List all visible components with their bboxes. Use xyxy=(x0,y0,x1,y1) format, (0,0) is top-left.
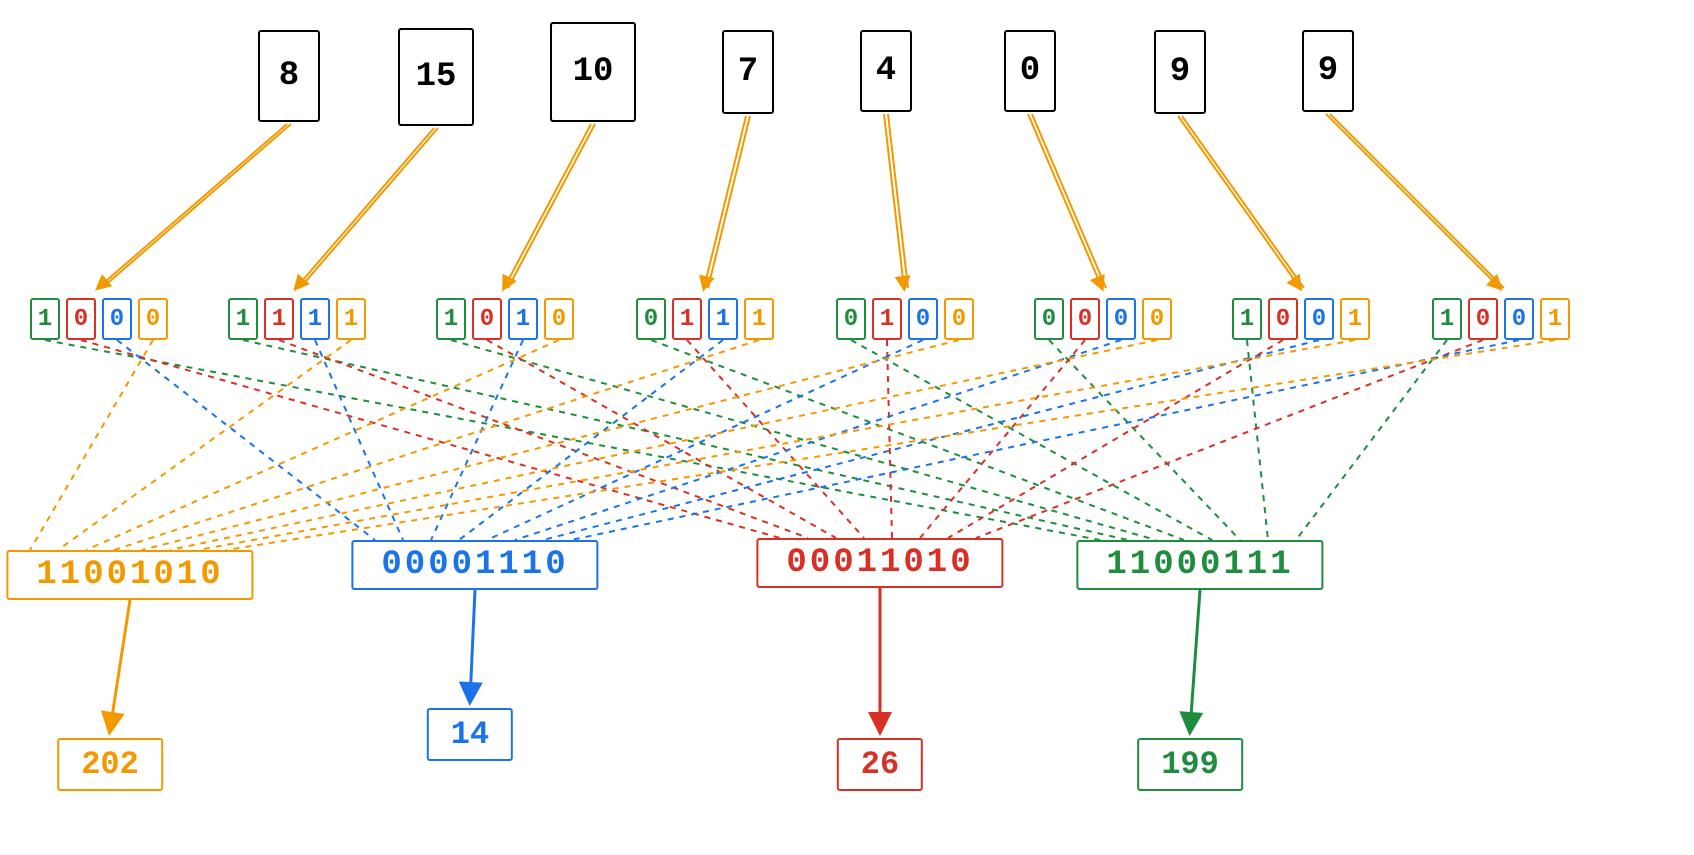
byte-box-red: 00011010 xyxy=(756,538,1003,588)
input-value: 4 xyxy=(876,52,896,90)
decimal-value: 14 xyxy=(451,716,489,753)
bit-value: 0 xyxy=(952,306,966,333)
bit-box-1-2: 1 xyxy=(300,298,330,340)
bit-value: 1 xyxy=(1440,306,1454,333)
bit-box-5-1: 0 xyxy=(1070,298,1100,340)
bit-box-0-2: 0 xyxy=(102,298,132,340)
bit-value: 0 xyxy=(1150,306,1164,333)
bit-value: 1 xyxy=(38,306,52,333)
bit-box-3-3: 1 xyxy=(744,298,774,340)
bit-box-4-2: 0 xyxy=(908,298,938,340)
bit-box-7-0: 1 xyxy=(1432,298,1462,340)
bit-value: 0 xyxy=(1042,306,1056,333)
bit-box-5-2: 0 xyxy=(1106,298,1136,340)
bit-box-7-3: 1 xyxy=(1540,298,1570,340)
input-box-2: 10 xyxy=(550,22,636,122)
bit-value: 1 xyxy=(272,306,286,333)
decimal-box-blue: 14 xyxy=(427,708,513,761)
decimal-box-orange: 202 xyxy=(57,738,163,791)
input-value: 10 xyxy=(573,53,614,91)
bit-value: 1 xyxy=(752,306,766,333)
bit-value: 0 xyxy=(74,306,88,333)
bit-value: 1 xyxy=(236,306,250,333)
input-box-3: 7 xyxy=(722,30,774,114)
bit-box-6-2: 0 xyxy=(1304,298,1334,340)
bit-value: 0 xyxy=(844,306,858,333)
bit-value: 0 xyxy=(1276,306,1290,333)
bit-box-2-3: 0 xyxy=(544,298,574,340)
bit-box-4-1: 1 xyxy=(872,298,902,340)
bit-box-0-3: 0 xyxy=(138,298,168,340)
input-box-5: 0 xyxy=(1004,30,1056,112)
bit-box-3-1: 1 xyxy=(672,298,702,340)
bit-value: 1 xyxy=(308,306,322,333)
byte-box-blue: 00001110 xyxy=(351,540,598,590)
bit-value: 0 xyxy=(552,306,566,333)
bit-box-6-1: 0 xyxy=(1268,298,1298,340)
bit-box-0-1: 0 xyxy=(66,298,96,340)
bit-value: 0 xyxy=(1312,306,1326,333)
input-value: 9 xyxy=(1170,53,1190,91)
bit-box-4-3: 0 xyxy=(944,298,974,340)
bit-box-0-0: 1 xyxy=(30,298,60,340)
bit-value: 1 xyxy=(1348,306,1362,333)
bit-value: 1 xyxy=(516,306,530,333)
bit-value: 1 xyxy=(344,306,358,333)
bit-box-1-3: 1 xyxy=(336,298,366,340)
bit-box-5-3: 0 xyxy=(1142,298,1172,340)
bit-box-5-0: 0 xyxy=(1034,298,1064,340)
bit-value: 1 xyxy=(680,306,694,333)
decimal-box-green: 199 xyxy=(1137,738,1243,791)
bit-box-2-2: 1 xyxy=(508,298,538,340)
input-value: 8 xyxy=(279,57,299,95)
byte-binary: 00001110 xyxy=(381,546,568,584)
bit-value: 1 xyxy=(1548,306,1562,333)
input-value: 7 xyxy=(738,53,758,91)
decimal-box-red: 26 xyxy=(837,738,923,791)
decimal-value: 26 xyxy=(861,746,899,783)
bit-value: 1 xyxy=(716,306,730,333)
decimal-value: 199 xyxy=(1161,746,1219,783)
byte-binary: 11000111 xyxy=(1106,546,1293,584)
byte-box-green: 11000111 xyxy=(1076,540,1323,590)
bit-value: 0 xyxy=(1078,306,1092,333)
bit-value: 1 xyxy=(880,306,894,333)
bit-value: 0 xyxy=(916,306,930,333)
bit-box-3-0: 0 xyxy=(636,298,666,340)
bit-value: 0 xyxy=(480,306,494,333)
bit-box-1-1: 1 xyxy=(264,298,294,340)
bit-box-2-0: 1 xyxy=(436,298,466,340)
byte-box-orange: 11001010 xyxy=(6,550,253,600)
decimal-value: 202 xyxy=(81,746,139,783)
bit-value: 1 xyxy=(1240,306,1254,333)
byte-binary: 11001010 xyxy=(36,556,223,594)
bit-box-7-1: 0 xyxy=(1468,298,1498,340)
input-box-0: 8 xyxy=(258,30,320,122)
input-value: 0 xyxy=(1020,52,1040,90)
bit-box-3-2: 1 xyxy=(708,298,738,340)
bit-box-7-2: 0 xyxy=(1504,298,1534,340)
input-box-1: 15 xyxy=(398,28,474,126)
bit-box-6-0: 1 xyxy=(1232,298,1262,340)
bit-value: 0 xyxy=(1512,306,1526,333)
bit-box-1-0: 1 xyxy=(228,298,258,340)
input-value: 15 xyxy=(416,58,457,96)
bit-box-2-1: 0 xyxy=(472,298,502,340)
bit-box-6-3: 1 xyxy=(1340,298,1370,340)
bit-value: 0 xyxy=(1114,306,1128,333)
bit-box-4-0: 0 xyxy=(836,298,866,340)
input-value: 9 xyxy=(1318,52,1338,90)
input-box-4: 4 xyxy=(860,30,912,112)
input-box-7: 9 xyxy=(1302,30,1354,112)
bit-value: 0 xyxy=(644,306,658,333)
input-box-6: 9 xyxy=(1154,30,1206,114)
bit-value: 0 xyxy=(110,306,124,333)
bit-value: 1 xyxy=(444,306,458,333)
bit-value: 0 xyxy=(146,306,160,333)
byte-binary: 00011010 xyxy=(786,544,973,582)
bit-value: 0 xyxy=(1476,306,1490,333)
